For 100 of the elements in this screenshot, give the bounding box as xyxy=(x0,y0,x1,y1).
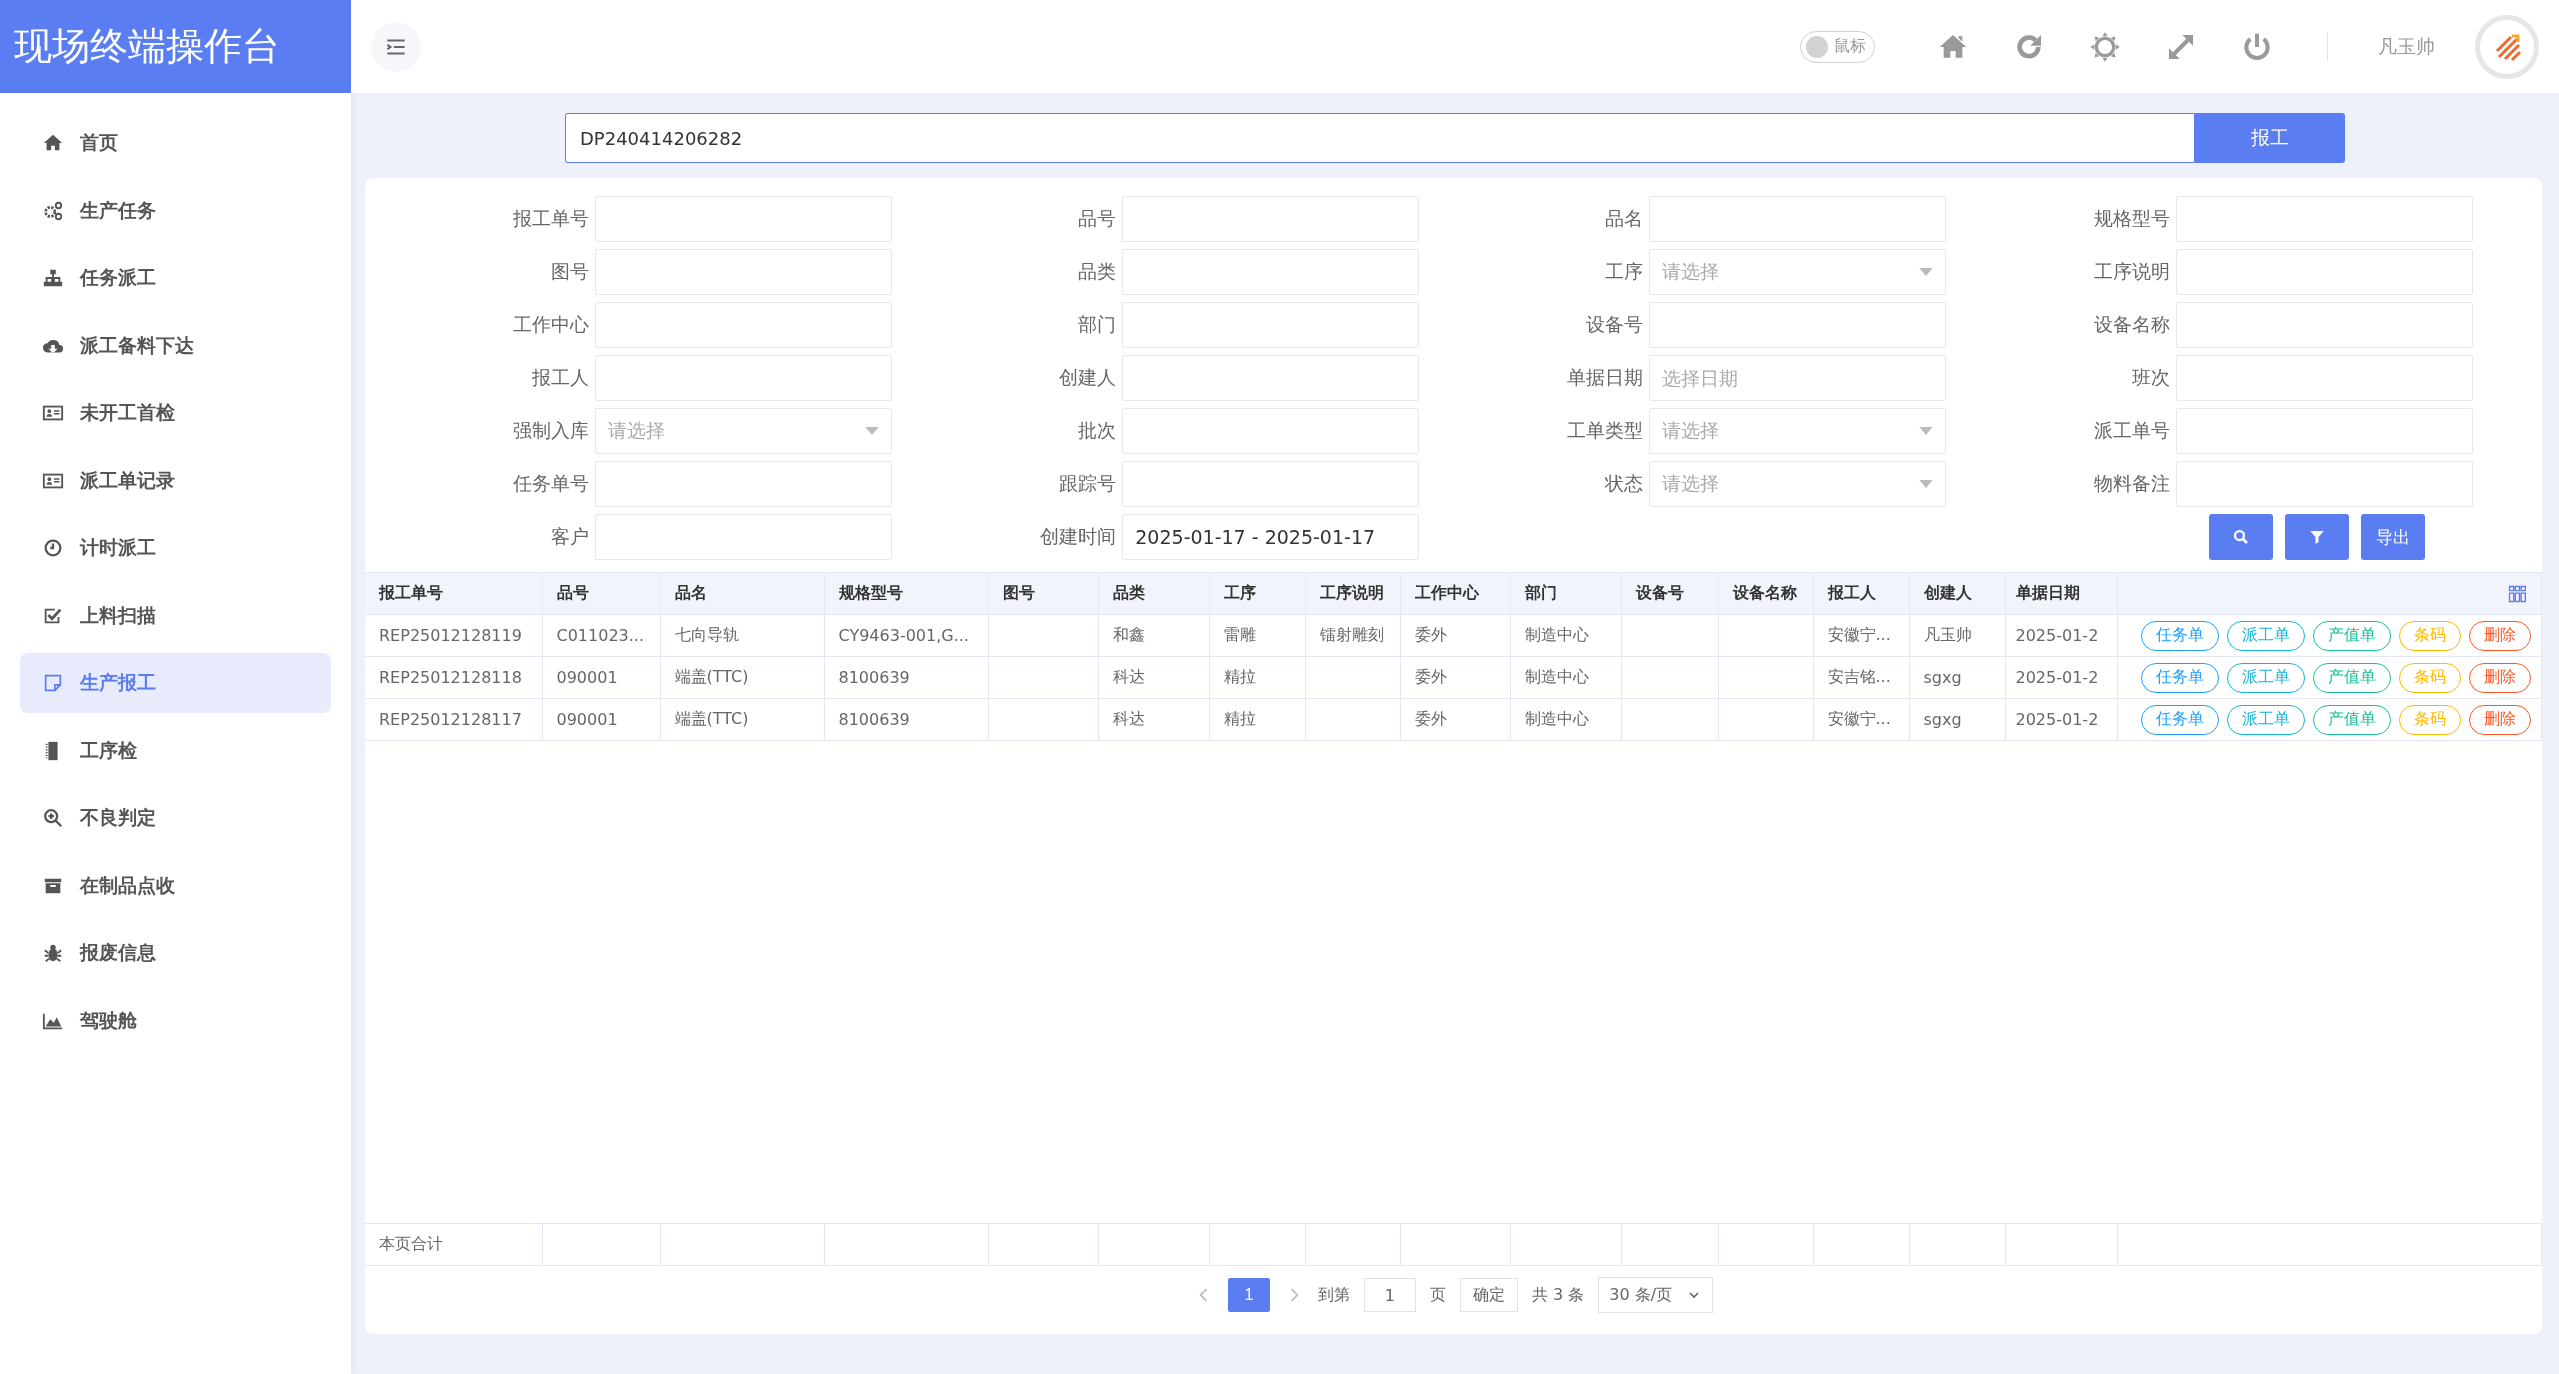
table-cell: 凡玉帅 xyxy=(1909,614,2005,657)
table-cell: 制造中心 xyxy=(1510,614,1621,657)
sidebar-item[interactable]: 工序检 xyxy=(20,720,331,781)
column-header[interactable]: 部门 xyxy=(1510,572,1621,615)
column-header[interactable]: 报工单号 xyxy=(365,572,542,615)
column-header[interactable]: 工序说明 xyxy=(1305,572,1400,615)
field-label: 任务单号 xyxy=(512,471,590,496)
field-label: 状态 xyxy=(1604,471,1644,496)
column-header[interactable]: 规格型号 xyxy=(824,572,988,615)
column-header[interactable]: 创建人 xyxy=(1909,572,2005,615)
table-cell: 8100639 xyxy=(824,656,988,699)
caret-icon xyxy=(1919,480,1933,488)
field-label: 设备名称 xyxy=(2093,312,2171,337)
table-cell: sgxg xyxy=(1909,698,2005,741)
field-label: 规格型号 xyxy=(2093,206,2171,231)
table-cell: 精拉 xyxy=(1209,698,1305,741)
column-header[interactable]: 品号 xyxy=(542,572,660,615)
sidebar-item[interactable]: 计时派工 xyxy=(20,518,331,578)
field-label: 班次 xyxy=(2131,365,2171,390)
column-settings-icon[interactable] xyxy=(2507,583,2527,604)
field-label: 强制入库 xyxy=(512,418,590,443)
sidebar-item[interactable]: 未开工首检 xyxy=(20,383,331,443)
column-header[interactable]: 品名 xyxy=(660,572,824,615)
export-button[interactable]: 导出 xyxy=(2361,514,2425,560)
note-icon xyxy=(42,672,64,694)
table-cell: 制造中心 xyxy=(1510,656,1621,699)
page-button[interactable]: 1 xyxy=(1227,1278,1270,1312)
column-header[interactable]: 品类 xyxy=(1098,572,1209,615)
table-cell: 精拉 xyxy=(1209,656,1305,699)
sidebar-item[interactable]: 驾驶舱 xyxy=(20,990,331,1051)
field-label: 品类 xyxy=(1077,259,1117,284)
table-cell: 雷雕 xyxy=(1209,614,1305,657)
table-cell: 090001 xyxy=(542,656,660,699)
field-label: 物料备注 xyxy=(2093,471,2171,496)
column-header[interactable]: 设备名称 xyxy=(1718,572,1813,615)
hierarchy-icon xyxy=(42,267,64,289)
sidebar-item[interactable]: 在制品点收 xyxy=(20,855,331,916)
field-label: 工序说明 xyxy=(2093,259,2171,284)
sidebar-item[interactable]: 派工备料下达 xyxy=(20,315,331,376)
page-size-select[interactable]: 30 条/页 xyxy=(1598,1277,1714,1313)
app-title: 现场终端操作台 xyxy=(0,0,351,93)
table-cell: 端盖(TTC) xyxy=(660,698,824,741)
field-label: 工作中心 xyxy=(512,312,590,337)
field-label: 跟踪号 xyxy=(1058,471,1117,496)
column-header[interactable]: 工作中心 xyxy=(1400,572,1510,615)
table-cell: 端盖(TTC) xyxy=(660,656,824,699)
column-header[interactable]: 工序 xyxy=(1209,572,1305,615)
sidebar-item[interactable]: 上料扫描 xyxy=(20,585,331,646)
table-cell: 2025-01-2 xyxy=(2005,656,2117,699)
report-button[interactable]: 报工 xyxy=(2195,113,2345,163)
table-cell: 科达 xyxy=(1098,656,1209,699)
caret-icon xyxy=(1919,268,1933,276)
column-header[interactable]: 单据日期 xyxy=(2005,572,2117,615)
table-cell: 制造中心 xyxy=(1510,698,1621,741)
caret-icon xyxy=(865,427,879,435)
field-label: 报工人 xyxy=(531,365,590,390)
column-header[interactable]: 报工人 xyxy=(1813,572,1909,615)
table-cell: 2025-01-2 xyxy=(2005,698,2117,741)
input-field[interactable]: 选择日期 xyxy=(1649,355,1946,401)
table-cell: REP25012128119 xyxy=(365,614,542,657)
search-icon xyxy=(2232,528,2250,546)
column-header[interactable]: 设备号 xyxy=(1621,572,1718,615)
search-button[interactable] xyxy=(2209,514,2273,560)
field-label: 图号 xyxy=(550,259,590,284)
sidebar-item[interactable]: 首页 xyxy=(20,113,331,173)
table-cell: 委外 xyxy=(1400,656,1510,699)
sidebar-item[interactable]: 任务派工 xyxy=(20,248,331,308)
field-label: 派工单号 xyxy=(2093,418,2171,443)
table-cell: 2025-01-2 xyxy=(2005,614,2117,657)
sidebar-item[interactable]: 报废信息 xyxy=(20,923,331,983)
bug-icon xyxy=(42,942,64,964)
table-cell: 和鑫 xyxy=(1098,614,1209,657)
summary-label: 本页合计 xyxy=(365,1223,542,1266)
table-cell: 8100639 xyxy=(824,698,988,741)
table-cell: 七向导轨 xyxy=(660,614,824,657)
table-cell: 委外 xyxy=(1400,698,1510,741)
field-label: 单据日期 xyxy=(1566,365,1644,390)
table-cell: 委外 xyxy=(1400,614,1510,657)
field-label: 创建人 xyxy=(1058,365,1117,390)
menu-button[interactable] xyxy=(371,21,421,72)
field-label: 批次 xyxy=(1077,418,1117,443)
table-cell: CY9463-001,G... xyxy=(824,614,988,657)
confirm-button[interactable]: 确定 xyxy=(1459,1278,1518,1312)
field-label: 部门 xyxy=(1077,312,1117,337)
table-cell: C011023... xyxy=(542,614,660,657)
table-cell: 科达 xyxy=(1098,698,1209,741)
input-field[interactable]: 2025-01-17 - 2025-01-17 xyxy=(1122,514,1419,560)
scan-field[interactable]: DP240414206282 xyxy=(565,113,2195,163)
total-count: 共 3 条 xyxy=(1531,1284,1585,1306)
filter-icon xyxy=(2308,528,2326,546)
column-header[interactable]: 图号 xyxy=(988,572,1098,615)
sidebar-item[interactable]: 不良判定 xyxy=(20,788,331,848)
goto-label: 到第 xyxy=(1317,1284,1350,1306)
settings-icon[interactable] xyxy=(2089,30,2121,63)
filter-button[interactable] xyxy=(2285,514,2349,560)
sidebar-item[interactable]: 派工单记录 xyxy=(20,450,331,511)
table-cell: sgxg xyxy=(1909,656,2005,699)
field-label: 品号 xyxy=(1077,206,1117,231)
sidebar-item[interactable]: 生产任务 xyxy=(20,180,331,241)
page-input[interactable]: 1 xyxy=(1363,1278,1416,1312)
